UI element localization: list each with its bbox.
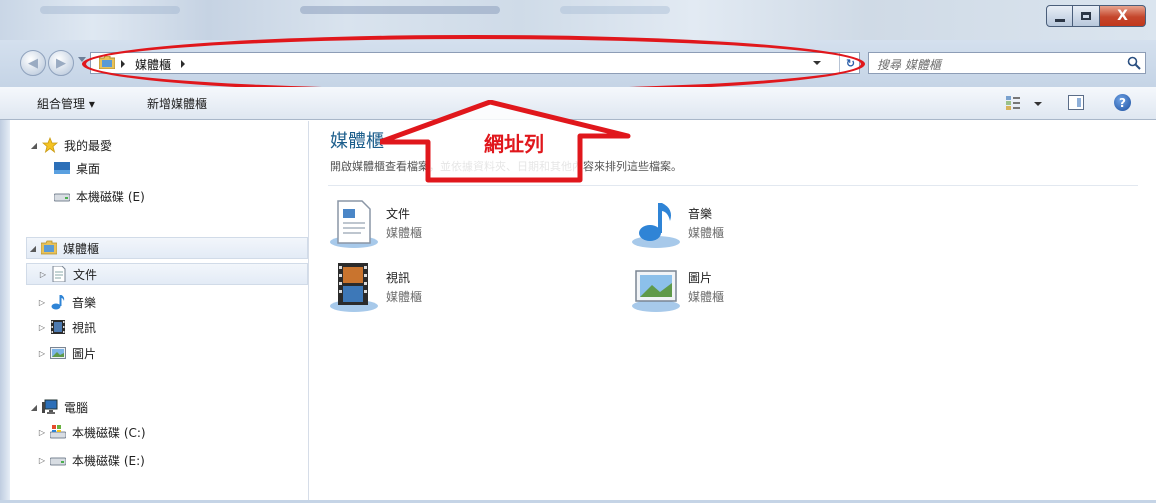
collapse-arrow-icon[interactable]: ◢: [27, 244, 39, 253]
page-title: 媒體櫃: [330, 131, 384, 152]
picture-icon: [50, 347, 66, 359]
sidebar-item-label: 音樂: [72, 295, 97, 310]
close-icon: X: [1117, 8, 1128, 24]
library-tile-documents[interactable]: 文件 媒體櫃: [328, 197, 422, 249]
forward-arrow-icon: ▶: [56, 55, 66, 71]
picture-library-icon: [632, 270, 680, 312]
tile-name: 圖片: [688, 271, 713, 285]
maximize-button[interactable]: [1073, 5, 1100, 27]
sidebar-item-desktop[interactable]: 桌面: [52, 157, 100, 179]
tile-subtitle: 媒體櫃: [386, 290, 423, 304]
library-tile-videos[interactable]: 視訊 媒體櫃: [328, 261, 422, 313]
preview-pane-icon[interactable]: [1068, 95, 1084, 110]
organize-menu-button[interactable]: 組合管理 ▾: [37, 95, 95, 112]
back-arrow-icon: ◀: [28, 55, 38, 71]
sidebar-item-drive-e[interactable]: 本機磁碟 (E): [52, 185, 145, 207]
computer-icon: [42, 399, 58, 414]
sidebar-item-drive-c[interactable]: ▷ 本機磁碟 (C:): [36, 421, 146, 443]
sidebar-item-music[interactable]: ▷ 音樂: [36, 291, 96, 313]
video-icon: [51, 320, 65, 334]
tile-name: 視訊: [386, 271, 411, 285]
sidebar-item-libraries[interactable]: ◢ 媒體櫃: [26, 237, 308, 259]
sidebar-item-label: 電腦: [64, 400, 89, 415]
titlebar-reflection: [300, 6, 500, 14]
tile-name: 文件: [386, 207, 411, 221]
maximize-icon: [1081, 12, 1091, 20]
collapse-arrow-icon[interactable]: ◢: [28, 403, 40, 412]
close-button[interactable]: X: [1100, 5, 1146, 27]
sidebar-item-label: 本機磁碟 (E): [76, 189, 145, 204]
music-library-icon: [632, 203, 680, 248]
collapse-arrow-icon[interactable]: ◢: [28, 141, 40, 150]
sidebar-item-label: 本機磁碟 (C:): [72, 425, 146, 440]
expand-arrow-icon[interactable]: ▷: [37, 270, 49, 279]
search-icon[interactable]: [1127, 56, 1141, 70]
annotation-label: 網址列: [484, 132, 544, 156]
back-button[interactable]: ◀: [20, 50, 46, 76]
titlebar-reflection: [560, 6, 670, 14]
search-placeholder: 搜尋 媒體櫃: [877, 58, 941, 72]
expand-arrow-icon[interactable]: ▷: [36, 349, 48, 358]
sidebar-item-favorites[interactable]: ◢ 我的最愛: [28, 134, 112, 156]
sidebar-item-label: 桌面: [76, 161, 101, 176]
library-tile-music[interactable]: 音樂 媒體櫃: [630, 197, 724, 249]
navigation-pane: ◢ 我的最愛 桌面 本機磁碟 (E) ◢ 媒體櫃 ▷ 文件 ▷ 音樂 ▷ 視訊 …: [0, 121, 309, 503]
drive-icon: [50, 457, 66, 466]
help-icon[interactable]: ?: [1114, 94, 1131, 111]
tile-subtitle: 媒體櫃: [386, 226, 423, 240]
sidebar-item-label: 視訊: [72, 320, 97, 335]
window-titlebar[interactable]: X: [0, 0, 1156, 40]
document-library-icon: [330, 200, 378, 248]
sidebar-item-computer[interactable]: ◢ 電腦: [28, 396, 88, 418]
system-drive-icon: [50, 425, 66, 439]
music-icon: [51, 295, 65, 310]
forward-button[interactable]: ▶: [48, 50, 74, 76]
annotation-highlight-ellipse: [82, 35, 865, 93]
minimize-icon: [1054, 18, 1065, 22]
expand-arrow-icon[interactable]: ▷: [36, 428, 48, 437]
drive-icon: [54, 193, 70, 202]
caption-buttons: X: [1046, 5, 1146, 27]
sidebar-item-pictures[interactable]: ▷ 圖片: [36, 342, 96, 364]
window-left-border: [0, 120, 10, 503]
change-view-icon[interactable]: [1005, 95, 1021, 111]
sidebar-item-label: 本機磁碟 (E:): [72, 453, 145, 468]
tile-subtitle: 媒體櫃: [688, 290, 725, 304]
search-input[interactable]: 搜尋 媒體櫃: [868, 52, 1146, 74]
view-options-dropdown[interactable]: [1034, 102, 1042, 106]
sidebar-item-label: 文件: [73, 267, 98, 282]
library-tile-pictures[interactable]: 圖片 媒體櫃: [630, 261, 724, 313]
sidebar-item-documents[interactable]: ▷ 文件: [26, 263, 308, 285]
library-folder-icon: [41, 240, 57, 255]
document-icon: [52, 266, 66, 282]
expand-arrow-icon[interactable]: ▷: [36, 298, 48, 307]
star-icon: [42, 137, 58, 153]
desktop-icon: [54, 162, 70, 174]
sidebar-item-videos[interactable]: ▷ 視訊: [36, 316, 96, 338]
minimize-button[interactable]: [1046, 5, 1073, 27]
tile-subtitle: 媒體櫃: [688, 226, 725, 240]
video-library-icon: [330, 263, 378, 312]
sidebar-item-drive-e-computer[interactable]: ▷ 本機磁碟 (E:): [36, 449, 145, 471]
expand-arrow-icon[interactable]: ▷: [36, 456, 48, 465]
sidebar-item-label: 媒體櫃: [63, 241, 100, 256]
sidebar-item-label: 我的最愛: [64, 138, 113, 153]
titlebar-reflection: [40, 6, 180, 14]
expand-arrow-icon[interactable]: ▷: [36, 323, 48, 332]
tile-name: 音樂: [688, 207, 713, 221]
new-library-button[interactable]: 新增媒體櫃: [147, 95, 207, 112]
sidebar-item-label: 圖片: [72, 346, 97, 361]
